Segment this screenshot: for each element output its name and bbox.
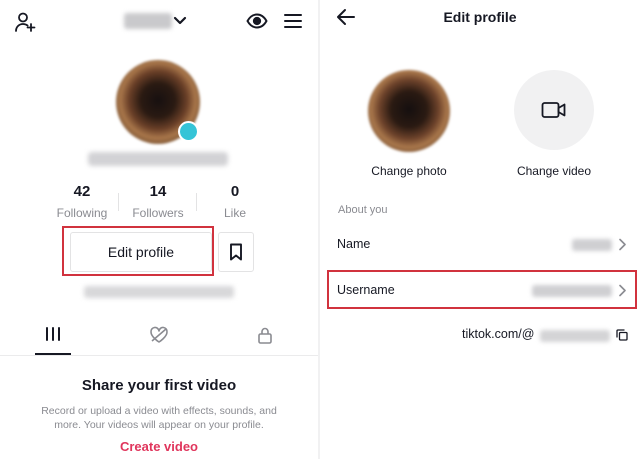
stat-following[interactable]: 42 Following [52,183,112,220]
profile-link-blurred [540,330,610,342]
bio-blurred [84,286,234,298]
tabs-divider [0,355,318,356]
favorites-button[interactable] [218,232,254,272]
name-row[interactable]: Name [320,227,640,263]
profile-photo[interactable] [368,70,450,152]
video-camera-icon [541,102,566,118]
tab-videos[interactable] [0,326,106,356]
tab-liked[interactable] [106,326,212,356]
empty-state-description: Record or upload a video with effects, s… [41,405,277,431]
grid-icon [46,327,60,341]
copy-icon[interactable] [616,329,628,341]
username-row[interactable]: Username [320,273,640,309]
stat-value: 42 [73,183,91,200]
chevron-right-icon [618,284,626,297]
chevron-right-icon [618,238,626,251]
create-video-link[interactable]: Create video [0,439,318,454]
stat-value: 14 [149,183,167,200]
row-label: Name [337,237,371,251]
menu-icon[interactable] [283,13,303,29]
bookmark-icon [230,243,242,261]
name-value-blurred [572,239,612,251]
lock-icon [258,327,272,344]
profile-link-prefix: tiktok.com/@ [462,327,535,341]
stat-likes[interactable]: 0 Like [205,183,265,220]
empty-state-title: Share your first video [81,377,237,394]
profile-name-blurred[interactable] [124,13,172,29]
profile-screen: 42 Following 14 Followers 0 Like Edit pr… [0,0,318,459]
row-label: Username [337,283,395,297]
stat-divider [118,193,119,211]
section-label: About you [338,204,388,216]
edit-profile-screen: Edit profile Change photo Change video A… [320,0,640,459]
heart-hidden-icon [150,326,168,343]
tab-private[interactable] [212,326,318,356]
stat-divider [196,193,197,211]
stat-value: 0 [230,183,240,200]
profile-video-placeholder[interactable] [514,70,594,150]
stat-followers[interactable]: 14 Followers [128,183,188,220]
change-photo-label[interactable]: Change photo [364,164,454,178]
chevron-down-icon[interactable] [173,16,187,26]
username-value-blurred [532,285,612,297]
add-friend-icon[interactable] [14,11,36,33]
edit-profile-button[interactable]: Edit profile [70,232,212,272]
stat-label: Followers [132,206,184,220]
change-video-label[interactable]: Change video [508,164,600,178]
avatar-add-badge[interactable] [178,121,199,142]
username-blurred [88,152,228,166]
eye-icon[interactable] [246,12,268,30]
stat-label: Like [223,206,246,220]
stat-label: Following [56,206,108,220]
page-title: Edit profile [443,9,517,25]
